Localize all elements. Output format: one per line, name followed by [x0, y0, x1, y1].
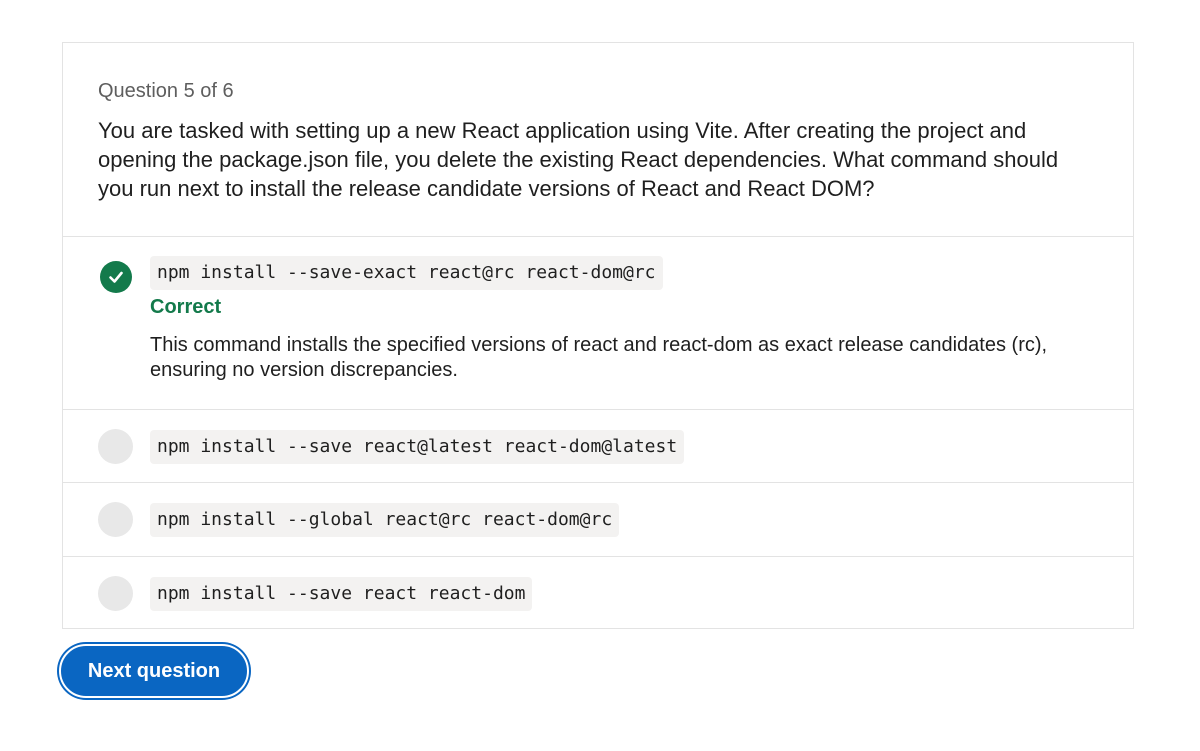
answer-option-code: npm install --save-exact react@rc react-…	[150, 256, 663, 290]
answer-option-3[interactable]: npm install --global react@rc react-dom@…	[63, 483, 1133, 557]
question-counter: Question 5 of 6	[98, 80, 234, 102]
answer-option-1[interactable]: npm install --save-exact react@rc react-…	[63, 237, 1133, 410]
answer-feedback: Correct This command installs the specif…	[150, 295, 1110, 383]
question-header: Question 5 of 6 You are tasked with sett…	[63, 43, 1133, 237]
answer-option-2[interactable]: npm install --save react@latest react-do…	[63, 410, 1133, 483]
answer-option-code: npm install --save react@latest react-do…	[150, 430, 685, 464]
checkmark-icon	[109, 271, 123, 283]
radio-button[interactable]	[98, 576, 133, 611]
feedback-status: Correct	[150, 296, 222, 318]
next-question-button[interactable]: Next question	[59, 644, 249, 698]
correct-checkmark-icon[interactable]	[100, 261, 132, 293]
feedback-explanation: This command installs the specified vers…	[150, 334, 1048, 381]
radio-button[interactable]	[98, 429, 133, 464]
answer-option-code: npm install --save react react-dom	[150, 577, 533, 611]
question-text: You are tasked with setting up a new Rea…	[98, 118, 1059, 201]
answer-option-code: npm install --global react@rc react-dom@…	[150, 503, 620, 537]
radio-button[interactable]	[98, 502, 133, 537]
quiz-card: Question 5 of 6 You are tasked with sett…	[62, 42, 1134, 629]
answer-option-4[interactable]: npm install --save react react-dom	[63, 557, 1133, 630]
